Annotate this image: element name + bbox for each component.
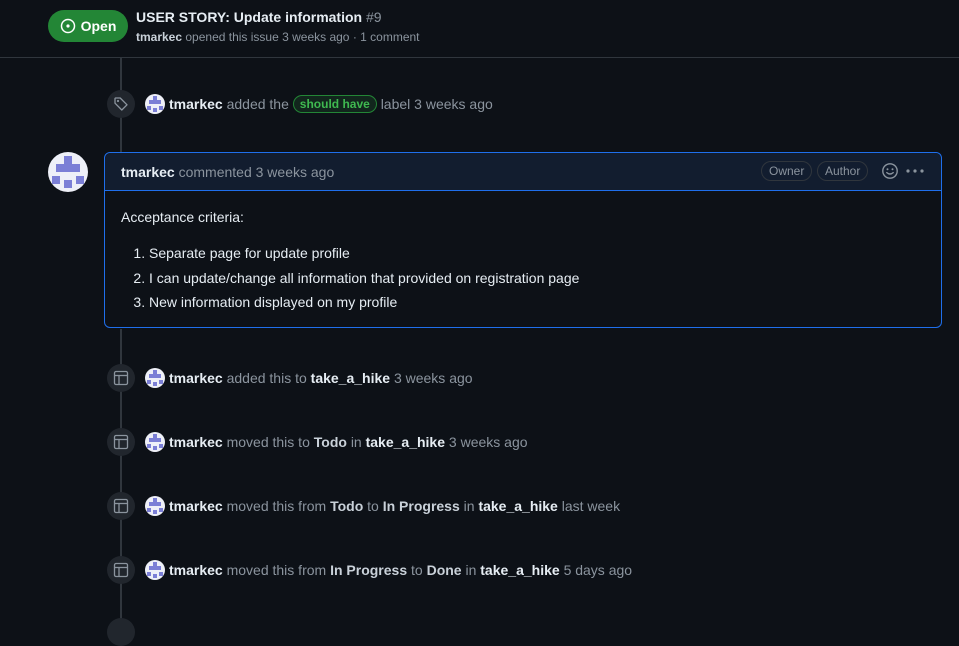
event-action: added this to xyxy=(226,370,307,386)
event-text: tmarkec moved this from In Progress to D… xyxy=(169,562,632,578)
event-text: tmarkec moved this from Todo to In Progr… xyxy=(169,498,620,514)
column-name: Done xyxy=(426,562,462,578)
event-connector: in xyxy=(463,498,475,514)
event-action: moved this from xyxy=(226,562,327,578)
project-link[interactable]: take_a_hike xyxy=(366,434,445,450)
comment-header: tmarkec commented 3 weeks ago Owner Auth… xyxy=(105,153,941,191)
event-connector: in xyxy=(350,434,362,450)
list-item: Separate page for update profile xyxy=(149,241,925,266)
avatar[interactable] xyxy=(145,560,165,580)
event-connector: to xyxy=(367,498,379,514)
list-item: I can update/change all information that… xyxy=(149,266,925,291)
avatar[interactable] xyxy=(145,432,165,452)
list-item: New information displayed on my profile xyxy=(149,290,925,315)
timeline-event-moved-done: tmarkec moved this from In Progress to D… xyxy=(107,556,632,584)
event-connector: in xyxy=(465,562,477,578)
table-icon xyxy=(107,556,135,584)
issue-open-icon xyxy=(60,18,75,34)
table-icon xyxy=(107,364,135,392)
event-timestamp: last week xyxy=(561,498,621,514)
event-user-link[interactable]: tmarkec xyxy=(169,370,223,386)
event-text: tmarkec added the should have label 3 we… xyxy=(169,95,493,113)
comment-body: Acceptance criteria: Separate page for u… xyxy=(105,191,941,315)
tag-icon xyxy=(107,90,135,118)
status-label: Open xyxy=(80,18,117,34)
avatar[interactable] xyxy=(145,368,165,388)
criteria-list: Separate page for update profile I can u… xyxy=(121,241,925,315)
table-icon xyxy=(107,428,135,456)
project-link[interactable]: take_a_hike xyxy=(478,498,557,514)
avatar[interactable] xyxy=(145,496,165,516)
event-timestamp: 5 days ago xyxy=(563,562,633,578)
open-status-badge: Open xyxy=(48,10,128,42)
avatar[interactable] xyxy=(145,94,165,114)
label-should-have[interactable]: should have xyxy=(292,95,377,113)
event-user-link[interactable]: tmarkec xyxy=(169,498,223,514)
comment-header-text: tmarkec commented 3 weeks ago xyxy=(121,164,334,180)
issue-meta-text: opened this issue 3 weeks ago · 1 commen… xyxy=(185,30,420,44)
timeline-event-labeled: tmarkec added the should have label 3 we… xyxy=(107,90,493,118)
comment-author-avatar[interactable] xyxy=(48,152,88,192)
issue-title: USER STORY: Update information #9 xyxy=(136,9,382,25)
event-connector: to xyxy=(411,562,423,578)
comment-intro: Acceptance criteria: xyxy=(121,209,244,225)
table-icon xyxy=(107,492,135,520)
timeline-event-moved-in-progress: tmarkec moved this from Todo to In Progr… xyxy=(107,492,620,520)
event-timestamp: label 3 weeks ago xyxy=(380,96,493,112)
event-timestamp: 3 weeks ago xyxy=(448,434,528,450)
event-text: tmarkec moved this to Todo in take_a_hik… xyxy=(169,434,528,450)
project-link[interactable]: take_a_hike xyxy=(311,370,390,386)
issue-meta: tmarkec opened this issue 3 weeks ago · … xyxy=(136,30,420,44)
table-icon xyxy=(107,618,135,646)
owner-badge: Owner xyxy=(761,161,813,181)
column-name: Todo xyxy=(313,434,347,450)
author-badge: Author xyxy=(817,161,869,181)
issue-comment: tmarkec commented 3 weeks ago Owner Auth… xyxy=(104,152,942,328)
event-action: added the xyxy=(226,96,289,112)
timeline-event-project-added: tmarkec added this to take_a_hike 3 week… xyxy=(107,364,473,392)
issue-number: #9 xyxy=(365,9,382,25)
column-name: In Progress xyxy=(330,562,408,578)
column-name: In Progress xyxy=(382,498,460,514)
event-user-link[interactable]: tmarkec xyxy=(169,434,223,450)
event-action: moved this to xyxy=(226,434,310,450)
event-user-link[interactable]: tmarkec xyxy=(169,96,223,112)
issue-title-text: USER STORY: Update information xyxy=(136,9,363,25)
column-name: Todo xyxy=(330,498,364,514)
project-link[interactable]: take_a_hike xyxy=(480,562,559,578)
kebab-menu-icon[interactable] xyxy=(905,162,925,180)
issue-author-link[interactable]: tmarkec xyxy=(136,30,182,44)
smiley-icon[interactable] xyxy=(881,162,899,180)
comment-author-link[interactable]: tmarkec xyxy=(121,164,175,180)
event-timestamp: 3 weeks ago xyxy=(393,370,473,386)
event-user-link[interactable]: tmarkec xyxy=(169,562,223,578)
event-action: moved this from xyxy=(226,498,327,514)
timeline-event-moved-todo: tmarkec moved this to Todo in take_a_hik… xyxy=(107,428,528,456)
issue-header: Open USER STORY: Update information #9 t… xyxy=(0,0,959,58)
event-text: tmarkec added this to take_a_hike 3 week… xyxy=(169,370,473,386)
comment-action: commented 3 weeks ago xyxy=(178,164,335,180)
